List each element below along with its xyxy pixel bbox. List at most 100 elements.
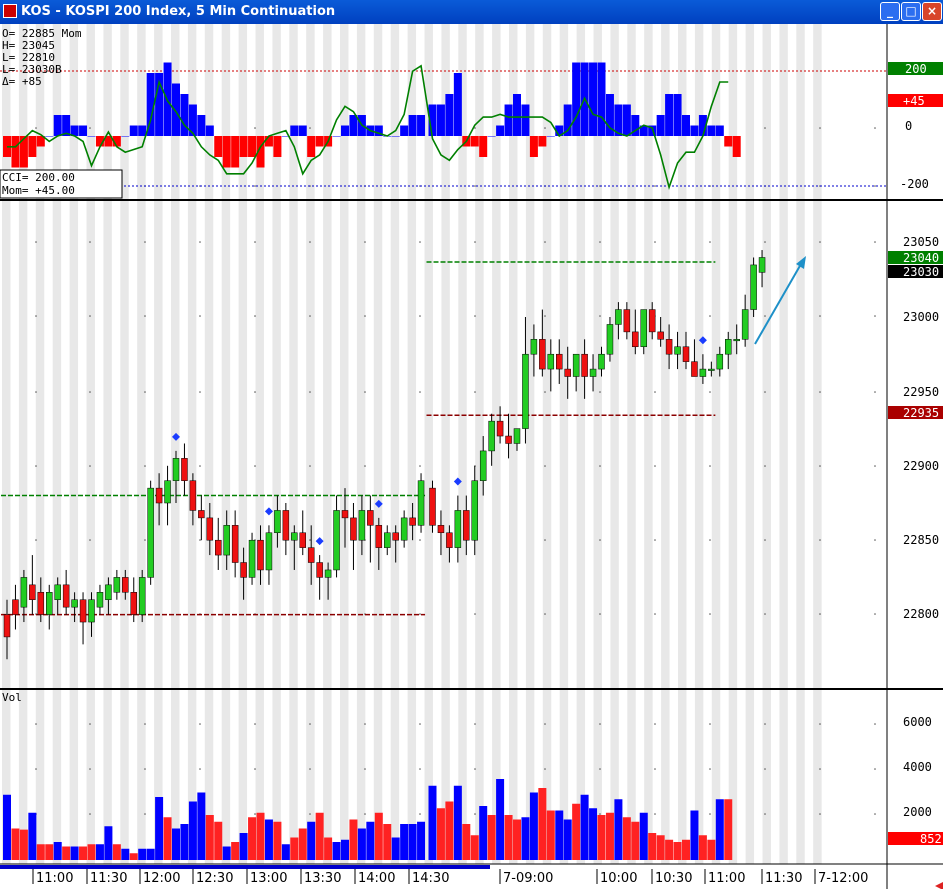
candle-body: [572, 353, 580, 377]
volume-bar: [104, 826, 113, 860]
momentum-bar: [138, 125, 147, 136]
candle-body: [316, 562, 323, 578]
grid-dot: [419, 768, 421, 770]
volume-bar: [290, 837, 299, 860]
grid-dot: [874, 241, 876, 243]
grid-dot: [144, 241, 146, 243]
volume-bar: [383, 824, 392, 860]
candle-body: [138, 577, 146, 615]
volume-bar: [673, 842, 682, 860]
volume-bar: [248, 817, 257, 860]
scroll-right-icon[interactable]: [935, 882, 943, 889]
grid-dot: [654, 768, 656, 770]
maximize-button[interactable]: □: [901, 2, 921, 21]
candle-body: [589, 368, 597, 377]
grid-dot: [544, 613, 546, 615]
axis-label: 13:00: [250, 871, 287, 886]
volume-bar: [172, 828, 180, 860]
grid-dot: [764, 465, 766, 467]
volume-bar: [496, 779, 505, 860]
volume-bar: [656, 835, 665, 860]
candle-body: [682, 346, 690, 362]
momentum-bar: [341, 125, 349, 136]
grid-dot: [419, 539, 421, 541]
grid-dot: [544, 315, 546, 317]
momentum-bar: [513, 94, 521, 136]
volume-bar: [214, 821, 223, 860]
candle-body: [96, 592, 104, 608]
volume-panel[interactable]: [3, 779, 733, 860]
volume-bar: [332, 842, 341, 860]
stripe: [779, 24, 788, 864]
candle-body: [3, 614, 11, 638]
axis-label: 10:00: [600, 871, 637, 886]
grid-dot: [89, 768, 91, 770]
volume-bar: [349, 819, 358, 860]
momentum-bar: [453, 73, 462, 136]
grid-dot: [819, 391, 821, 393]
osc-badge-mid-text: +45: [903, 94, 925, 108]
grid-dot: [709, 613, 711, 615]
candle-body: [291, 532, 298, 541]
candle-body: [231, 525, 239, 563]
volume-bar: [3, 794, 11, 860]
grid-dot: [474, 391, 476, 393]
grid-dot: [254, 768, 256, 770]
momentum-bar: [391, 136, 400, 137]
axis-label: 12:30: [196, 871, 233, 886]
grid-dot: [544, 127, 546, 129]
momentum-bar: [656, 115, 665, 136]
candle-body: [299, 532, 306, 548]
stripe: [661, 24, 670, 864]
stripe: [441, 24, 450, 864]
grid-dot: [309, 241, 311, 243]
grid-dot: [474, 813, 476, 815]
stripe: [576, 24, 586, 864]
stripe: [711, 24, 721, 864]
app-icon[interactable]: [3, 4, 17, 18]
grid-dot: [89, 465, 91, 467]
mom-readout: Mom= +45.00: [2, 184, 75, 197]
volume-bar: [614, 799, 623, 860]
candle-body: [248, 539, 256, 578]
price-label: 22800: [903, 607, 939, 621]
grid-dot: [35, 391, 37, 393]
grid-dot: [144, 539, 146, 541]
candle-body: [716, 353, 724, 370]
candle-body: [409, 517, 416, 526]
grid-dot: [199, 315, 201, 317]
momentum-bar: [546, 136, 555, 137]
volume-bar: [597, 815, 606, 860]
volume-bar: [453, 785, 462, 860]
momentum-bar: [172, 83, 180, 136]
candle-body: [417, 480, 425, 526]
candle-body: [513, 428, 521, 444]
close-button[interactable]: ×: [922, 2, 942, 21]
volume-bar: [580, 794, 589, 860]
momentum-bar: [121, 136, 130, 137]
price-marker-text: 23040: [903, 251, 939, 265]
volume-bar: [436, 808, 445, 860]
candle-body: [307, 547, 315, 563]
chart-area[interactable]: 11:00 11:30 12:00 12:30 13:00 13:30 14:00 14:30…: [0, 24, 943, 889]
signal-diamond-icon: [264, 507, 273, 516]
minimize-button[interactable]: _: [880, 2, 900, 21]
momentum-bar: [707, 125, 716, 136]
grid-dot: [89, 127, 91, 129]
volume-bar: [639, 812, 648, 860]
candle-body: [79, 599, 87, 623]
stripe: [796, 24, 805, 864]
stripe: [289, 24, 298, 864]
candle-body: [741, 309, 749, 340]
candle-body: [708, 368, 715, 371]
momentum-bar: [732, 136, 741, 157]
grid-dot: [544, 768, 546, 770]
grid-dot: [35, 465, 37, 467]
time-axis: 11:00 11:30 12:00 12:30 13:00 13:30 14:00 14:30…: [0, 865, 887, 889]
grid-dot: [654, 813, 656, 815]
grid-dot: [764, 127, 766, 129]
stripe: [745, 24, 755, 864]
grid-dot: [35, 539, 37, 541]
grid-dot: [364, 391, 366, 393]
axis-label: 12:00: [143, 871, 180, 886]
